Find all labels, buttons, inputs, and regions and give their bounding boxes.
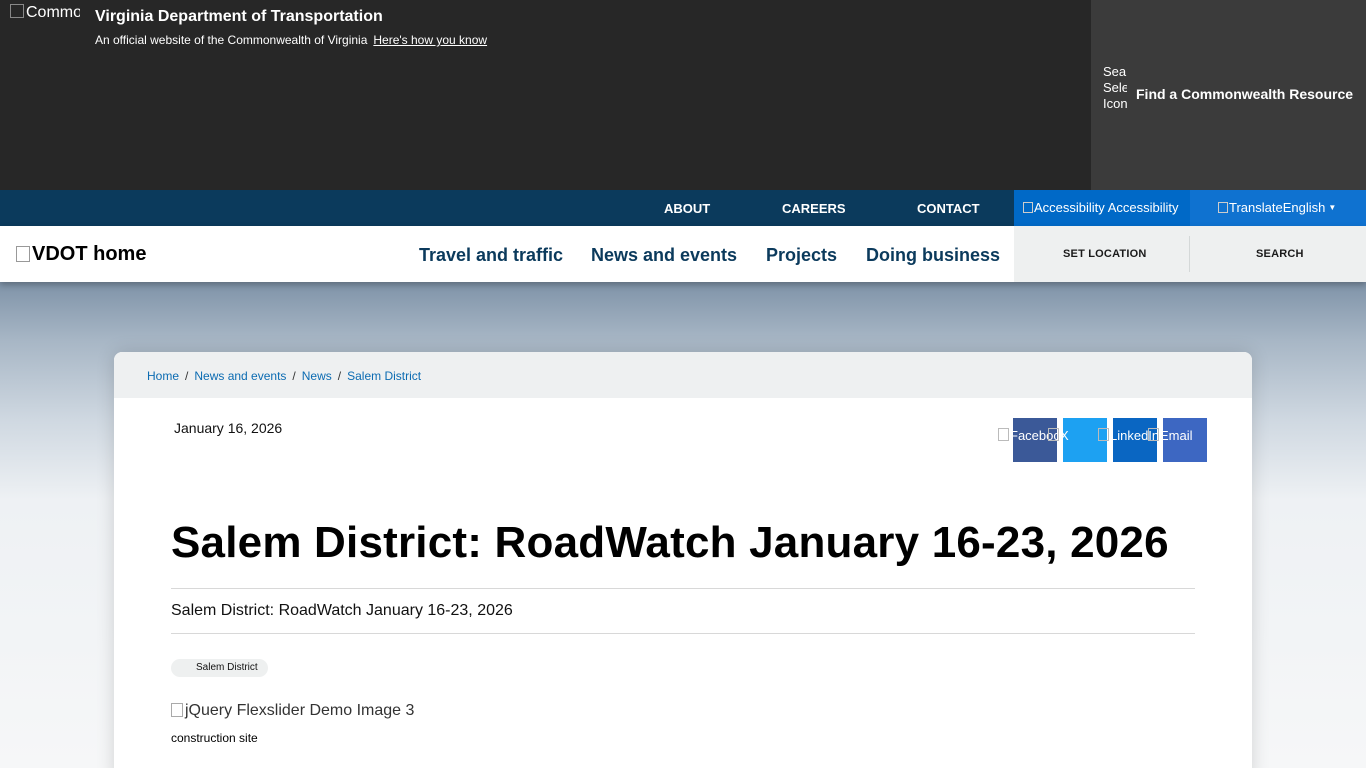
official-notice: An official website of the Commonwealth … — [95, 33, 487, 47]
commonwealth-resource-button[interactable]: Search Select Icon Find a Commonwealth R… — [1091, 0, 1366, 190]
nav-news-and-events[interactable]: News and events — [591, 245, 737, 266]
accessibility-button[interactable]: Accessibility Accessibility — [1014, 190, 1190, 226]
translate-icon-alt: Translate — [1229, 200, 1283, 215]
breadcrumb-divider: / — [292, 369, 296, 383]
nav-about[interactable]: ABOUT — [664, 201, 710, 216]
breadcrumb-salem-district[interactable]: Salem District — [347, 369, 421, 383]
divider — [1189, 236, 1190, 272]
x-icon: X — [1048, 428, 1069, 443]
how-you-know-link[interactable]: Here's how you know — [373, 33, 487, 47]
logo-alt-text: VDOT home — [32, 243, 147, 265]
article-title: Salem District: RoadWatch January 16-23,… — [171, 518, 1169, 567]
accessibility-icon — [1023, 202, 1033, 213]
broken-image-icon — [16, 246, 30, 262]
breadcrumb-news[interactable]: News — [302, 369, 332, 383]
caret-down-icon: ▼ — [1328, 203, 1337, 212]
search-select-icon: Search Select Icon — [1103, 64, 1127, 111]
breadcrumb: Home / News and events / News / Salem District — [114, 352, 1252, 398]
logo-alt-text: Commonwealth of Virginia — [26, 4, 80, 21]
nav-projects[interactable]: Projects — [766, 245, 837, 266]
district-tag[interactable]: Salem District — [171, 659, 268, 677]
divider — [171, 633, 1195, 634]
image-caption: construction site — [171, 731, 258, 745]
commonwealth-logo[interactable]: Commonwealth of Virginia — [10, 4, 80, 38]
breadcrumb-news-and-events[interactable]: News and events — [194, 369, 286, 383]
share-email-button[interactable]: Email — [1160, 418, 1207, 462]
article-card: Home / News and events / News / Salem District… — [114, 352, 1252, 768]
main-header: VDOT home Travel and traffic News and ev… — [0, 226, 1366, 282]
vdot-home-logo[interactable]: VDOT home — [16, 243, 146, 266]
breadcrumb-home[interactable]: Home — [147, 369, 179, 383]
nav-careers[interactable]: CAREERS — [782, 201, 846, 216]
header-tools: SET LOCATION SEARCH — [1014, 226, 1366, 282]
broken-image-icon — [10, 4, 24, 18]
article-image: jQuery Flexslider Demo Image 3 — [171, 702, 414, 720]
search-button[interactable]: SEARCH — [1256, 248, 1304, 260]
nav-contact[interactable]: CONTACT — [917, 201, 980, 216]
resource-label: Find a Commonwealth Resource — [1136, 86, 1354, 102]
broken-image-icon — [171, 703, 183, 717]
image-alt-text: jQuery Flexslider Demo Image 3 — [185, 702, 415, 719]
accessibility-label: Accessibility — [1107, 200, 1179, 215]
utility-nav: ABOUT CAREERS CONTACT Accessibility Acce… — [0, 190, 1366, 226]
breadcrumb-divider: / — [185, 369, 189, 383]
agency-title: Virginia Department of Transportation — [95, 8, 383, 25]
article-date: January 16, 2026 — [174, 420, 283, 436]
article-subtitle: Salem District: RoadWatch January 16-23,… — [171, 602, 513, 619]
translate-icon — [1218, 202, 1228, 213]
nav-doing-business[interactable]: Doing business — [866, 245, 1000, 266]
translate-dropdown[interactable]: TranslateEnglish ▼ — [1190, 190, 1366, 226]
breadcrumb-divider: / — [337, 369, 342, 383]
nav-travel-and-traffic[interactable]: Travel and traffic — [419, 245, 563, 266]
email-icon: Email — [1148, 428, 1193, 443]
divider — [171, 588, 1195, 589]
gov-banner: Commonwealth of Virginia Virginia Depart… — [0, 0, 1091, 190]
language-label: English — [1282, 200, 1326, 215]
official-notice-text: An official website of the Commonwealth … — [95, 33, 368, 47]
accessibility-icon-alt: Accessibility — [1034, 200, 1105, 215]
set-location-button[interactable]: SET LOCATION — [1063, 248, 1146, 260]
